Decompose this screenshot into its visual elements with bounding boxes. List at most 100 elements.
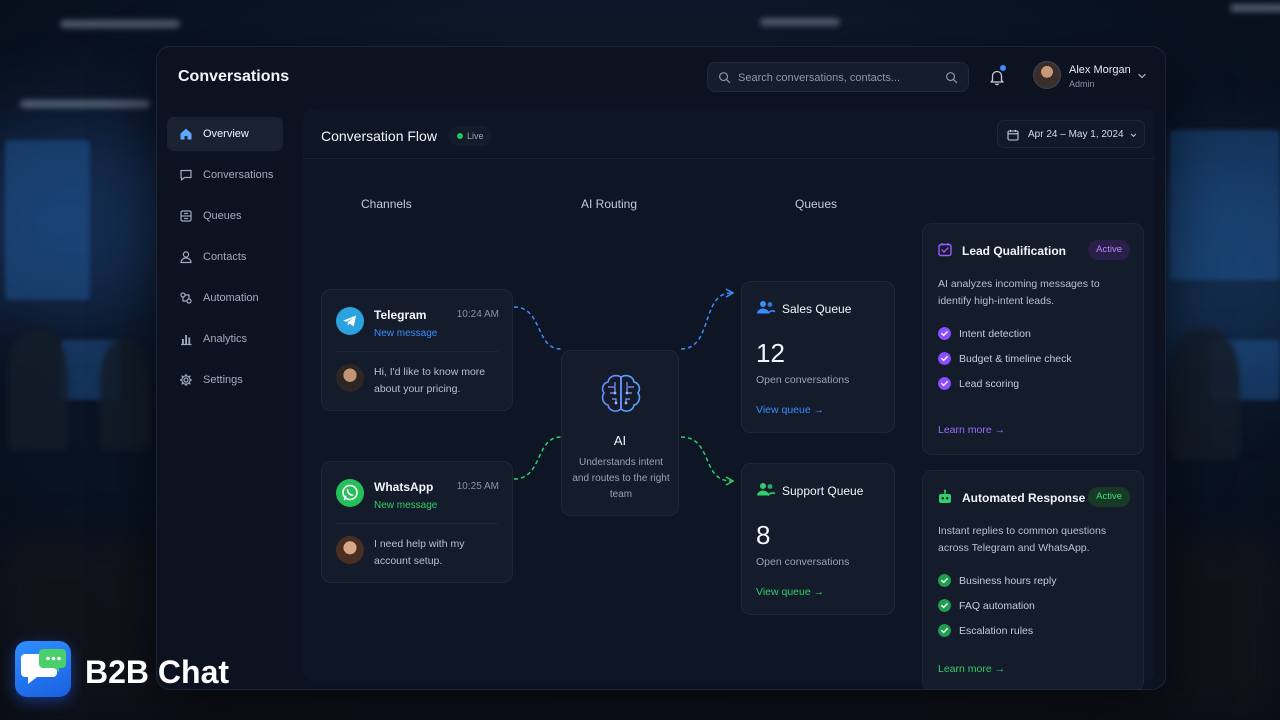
channel-card-telegram[interactable]: Telegram 10:24 AM New message Hi, I'd li… <box>321 289 513 411</box>
avatar <box>336 364 364 392</box>
feature-list: Intent detection Budget & timeline check… <box>938 327 1072 402</box>
robot-icon <box>939 489 951 503</box>
list-item: Intent detection <box>938 327 1072 352</box>
learn-more-link[interactable]: Learn more → <box>938 424 1005 436</box>
check-icon <box>938 352 951 365</box>
sidebar-item-conversations[interactable]: Conversations <box>167 158 283 192</box>
queue-sub-label: Open conversations <box>756 374 850 386</box>
list-item-label: Budget & timeline check <box>959 353 1072 365</box>
message-time: 10:25 AM <box>456 481 499 492</box>
brain-icon <box>601 374 641 412</box>
check-icon <box>938 327 951 340</box>
ai-router-card[interactable]: AI Understands intent and routes to the … <box>561 350 679 516</box>
search-submit-icon[interactable] <box>945 71 958 84</box>
list-item: Escalation rules <box>938 624 1056 649</box>
list-item-label: FAQ automation <box>959 600 1035 612</box>
sidebar: Overview Conversations Queues Contacts A… <box>167 117 283 404</box>
queue-icon <box>180 210 192 222</box>
whatsapp-icon <box>336 479 364 507</box>
sidebar-item-settings[interactable]: Settings <box>167 363 283 397</box>
sidebar-item-automation[interactable]: Automation <box>167 281 283 315</box>
chat-icon <box>180 169 192 181</box>
queue-sub-label: Open conversations <box>756 556 850 568</box>
top-bar: Conversations Alex Morgan Admin <box>157 47 1165 107</box>
search-icon <box>719 72 731 84</box>
sidebar-item-queues[interactable]: Queues <box>167 199 283 233</box>
sidebar-item-label: Contacts <box>203 251 247 263</box>
queue-name: Sales Queue <box>782 302 852 316</box>
message-preview: Hi, I'd like to know more about your pri… <box>374 366 486 395</box>
search-input[interactable] <box>738 68 938 88</box>
chat-bubble-logo-icon <box>15 641 71 697</box>
view-queue-link[interactable]: View queue → <box>756 586 824 598</box>
divider <box>303 158 1155 159</box>
queue-card-sales[interactable]: Sales Queue 12 Open conversations View q… <box>741 281 895 433</box>
conversation-flow-panel: Conversation Flow Live Apr 24 – May 1, 2… <box>303 109 1155 689</box>
list-item-label: Intent detection <box>959 328 1031 340</box>
notification-dot <box>1000 65 1006 71</box>
brand-name: B2B Chat <box>85 654 230 690</box>
check-icon <box>938 624 951 637</box>
message-preview: I need help with my account setup. <box>374 538 465 567</box>
avatar <box>1033 61 1061 89</box>
search-box[interactable] <box>707 62 969 92</box>
view-queue-link[interactable]: View queue → <box>756 404 824 416</box>
telegram-icon <box>336 307 364 335</box>
channel-name: Telegram <box>374 308 427 322</box>
users-icon <box>757 301 776 314</box>
feature-title: Lead Qualification <box>962 244 1067 258</box>
sidebar-item-label: Settings <box>203 374 243 386</box>
channels-column-label: Channels <box>361 197 412 211</box>
feature-card-lead-qualification[interactable]: Lead Qualification Active AI analyzes in… <box>922 223 1144 455</box>
queue-count: 8 <box>756 520 771 550</box>
sidebar-item-label: Automation <box>203 292 259 304</box>
date-range-picker[interactable]: Apr 24 – May 1, 2024 <box>997 120 1145 148</box>
message-status: New message <box>374 328 438 339</box>
feature-description: AI analyzes incoming messages to identif… <box>938 278 1100 307</box>
learn-more-link[interactable]: Learn more → <box>938 663 1005 675</box>
gear-icon <box>179 373 193 387</box>
check-icon <box>938 377 951 390</box>
ai-title: AI <box>613 433 627 448</box>
status-badge: Active <box>1088 240 1130 260</box>
list-item: Budget & timeline check <box>938 352 1072 377</box>
feature-card-automated-response[interactable]: Automated Response Active Instant replie… <box>922 470 1144 689</box>
app-window: Conversations Alex Morgan Admin Overview… <box>156 46 1166 690</box>
ai-description: Understands intent and routes to the rig… <box>572 457 670 500</box>
message-status: New message <box>374 500 438 511</box>
contact-icon <box>180 251 192 264</box>
sidebar-item-label: Overview <box>203 128 249 140</box>
feature-description: Instant replies to common questions acro… <box>938 525 1107 554</box>
queue-card-support[interactable]: Support Queue 8 Open conversations View … <box>741 463 895 615</box>
chevron-down-icon <box>1138 73 1146 79</box>
queue-count: 12 <box>756 338 785 368</box>
channel-card-whatsapp[interactable]: WhatsApp 10:25 AM New message I need hel… <box>321 461 513 583</box>
automation-icon <box>180 292 192 304</box>
user-role: Admin <box>1069 79 1095 89</box>
list-item-label: Escalation rules <box>959 625 1034 637</box>
page-title: Conversation Flow <box>321 128 437 144</box>
live-badge: Live <box>449 126 492 146</box>
status-badge: Active <box>1088 487 1130 507</box>
chevron-down-icon <box>1130 133 1137 138</box>
feature-list: Business hours reply FAQ automation Esca… <box>938 574 1056 649</box>
check-icon <box>938 599 951 612</box>
divider <box>336 351 498 352</box>
message-time: 10:24 AM <box>456 309 499 320</box>
analytics-icon <box>181 335 192 346</box>
home-icon <box>180 128 192 140</box>
sidebar-item-contacts[interactable]: Contacts <box>167 240 283 274</box>
queue-name: Support Queue <box>782 484 864 498</box>
list-item: FAQ automation <box>938 599 1056 624</box>
sidebar-item-analytics[interactable]: Analytics <box>167 322 283 356</box>
sidebar-item-label: Conversations <box>203 169 274 181</box>
check-icon <box>938 574 951 587</box>
divider <box>336 523 498 524</box>
users-icon <box>757 483 776 496</box>
user-menu[interactable]: Alex Morgan Admin <box>1033 59 1153 95</box>
sidebar-item-overview[interactable]: Overview <box>167 117 283 151</box>
lead-icon <box>938 243 952 257</box>
app-title: Conversations <box>178 68 290 85</box>
date-range-label: Apr 24 – May 1, 2024 <box>1028 129 1124 140</box>
feature-title: Automated Response <box>962 491 1086 505</box>
